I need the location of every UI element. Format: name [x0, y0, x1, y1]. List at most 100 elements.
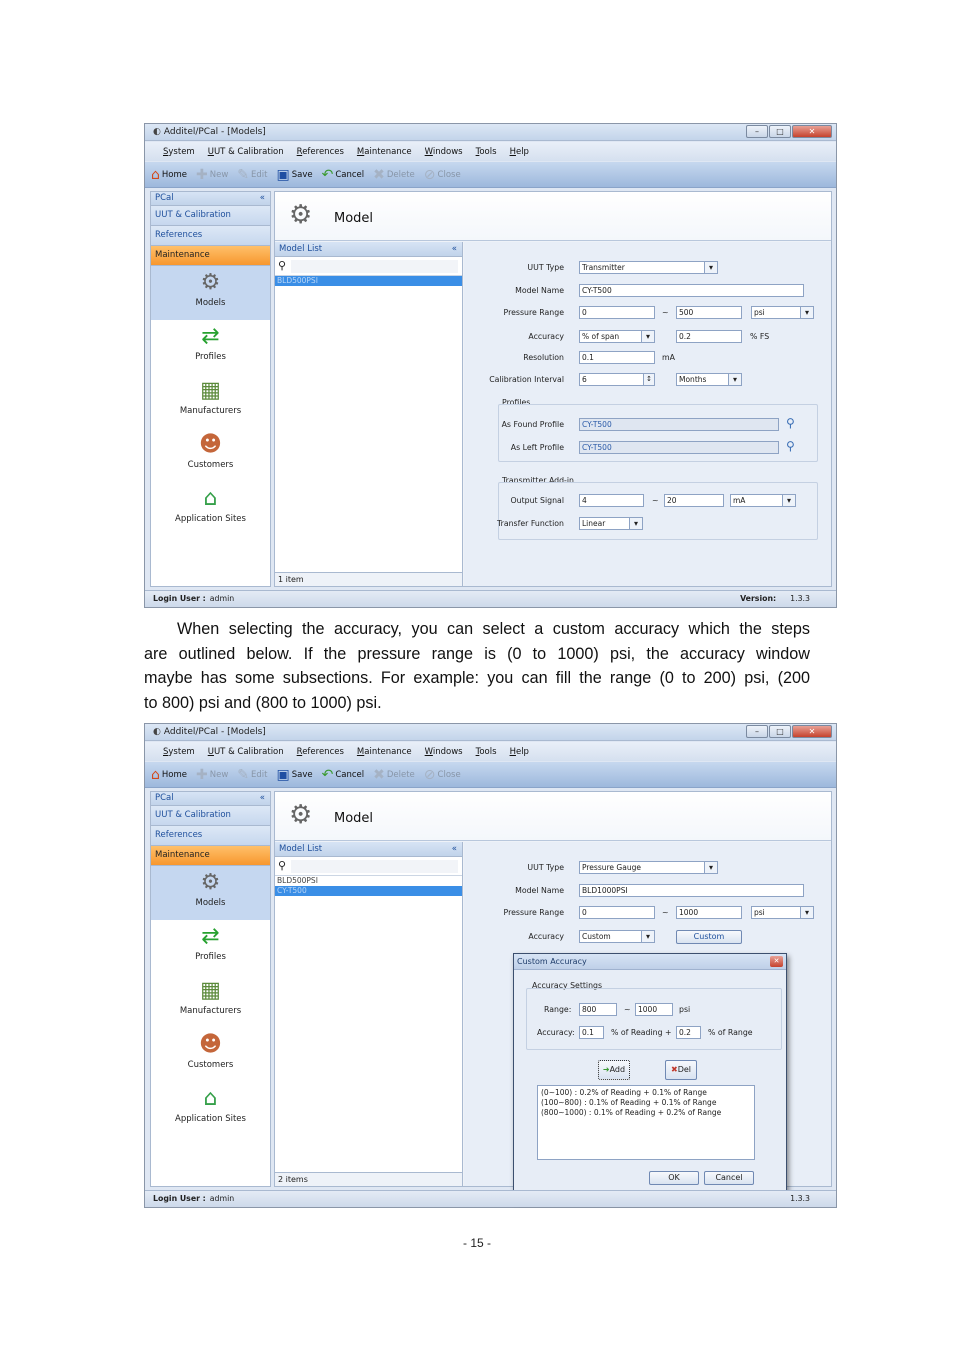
sidebar-section-uut[interactable]: UUT & Calibration: [151, 206, 270, 226]
login-user: Login User : admin: [153, 1194, 235, 1203]
sidebar-item-models[interactable]: ⚙ Models: [151, 866, 270, 920]
menu-help[interactable]: Help: [510, 747, 529, 757]
range-high-input[interactable]: 1000: [676, 906, 742, 919]
accuracy-type-select[interactable]: % of span: [579, 330, 655, 343]
sidebar-item-application-sites[interactable]: ⌂ Application Sites: [151, 1082, 270, 1136]
sidebar-item-profiles[interactable]: ⇄ Profiles: [151, 920, 270, 974]
sidebar-section-maintenance[interactable]: Maintenance: [151, 246, 270, 266]
minimize-icon[interactable]: –: [746, 725, 768, 738]
collapse-icon[interactable]: «: [260, 192, 265, 205]
sidebar-item-profiles[interactable]: ⇄ Profiles: [151, 320, 270, 374]
delete-button[interactable]: ✖ Delete: [373, 768, 415, 782]
output-unit-select[interactable]: mA: [730, 494, 796, 507]
interval-unit-select[interactable]: Months: [676, 373, 742, 386]
menu-system[interactable]: System: [163, 147, 195, 157]
collapse-icon[interactable]: «: [452, 242, 457, 257]
range-unit-select[interactable]: psi: [751, 906, 814, 919]
cancel-button[interactable]: ↶ Cancel: [322, 768, 365, 782]
accuracy-list[interactable]: (0~100) : 0.2% of Reading + 0.1% of Rang…: [537, 1085, 755, 1160]
search-input[interactable]: [291, 260, 458, 273]
menu-references[interactable]: References: [297, 147, 344, 157]
menu-system[interactable]: System: [163, 747, 195, 757]
transfer-function-select[interactable]: Linear: [579, 517, 643, 530]
sidebar-item-manufacturers[interactable]: ▦ Manufacturers: [151, 374, 270, 428]
swap-arrows-icon: ⇄: [201, 324, 220, 349]
output-low-input[interactable]: 4: [579, 494, 644, 507]
menu-uut-calibration[interactable]: UUT & Calibration: [208, 147, 284, 157]
list-item[interactable]: BLD500PSI: [275, 876, 462, 886]
menu-references[interactable]: References: [297, 747, 344, 757]
close-button[interactable]: ⊘ Close: [424, 768, 461, 782]
delete-row-button[interactable]: ✖Del: [665, 1060, 697, 1080]
add-button[interactable]: ➜Add: [598, 1060, 630, 1080]
minimize-icon[interactable]: –: [746, 125, 768, 138]
uut-type-select[interactable]: Pressure Gauge: [579, 861, 718, 874]
maximize-icon[interactable]: □: [769, 725, 791, 738]
menu-tools[interactable]: Tools: [476, 747, 497, 757]
edit-button[interactable]: ✎ Edit: [237, 768, 267, 782]
sidebar-section-references[interactable]: References: [151, 226, 270, 246]
lookup-icon[interactable]: ⚲: [786, 416, 795, 430]
output-high-input[interactable]: 20: [664, 494, 724, 507]
lookup-icon[interactable]: ⚲: [786, 439, 795, 453]
close-button[interactable]: ⊘ Close: [424, 168, 461, 182]
accuracy-value-input[interactable]: 0.2: [676, 330, 742, 343]
search-input[interactable]: [291, 860, 458, 873]
collapse-icon[interactable]: «: [260, 792, 265, 805]
list-item[interactable]: (800~1000) : 0.1% of Reading + 0.2% of R…: [541, 1108, 751, 1118]
model-name-input[interactable]: BLD1000PSI: [579, 884, 804, 897]
home-button[interactable]: ⌂ Home: [151, 768, 187, 782]
model-name-input[interactable]: CY-T500: [579, 284, 804, 297]
list-item[interactable]: (0~100) : 0.2% of Reading + 0.1% of Rang…: [541, 1088, 751, 1098]
sidebar-section-maintenance[interactable]: Maintenance: [151, 846, 270, 866]
calibration-interval-stepper[interactable]: 6: [579, 373, 655, 386]
menu-windows[interactable]: Windows: [425, 147, 463, 157]
dialog-range-low-input[interactable]: 800: [579, 1003, 617, 1016]
cancel-button[interactable]: ↶ Cancel: [322, 168, 365, 182]
sidebar-item-customers[interactable]: ☻ Customers: [151, 1028, 270, 1082]
sidebar-section-uut[interactable]: UUT & Calibration: [151, 806, 270, 826]
search-icon: ⚲: [278, 859, 287, 872]
new-button[interactable]: ✚ New: [196, 768, 228, 782]
range-low-input[interactable]: 0: [579, 306, 655, 319]
collapse-icon[interactable]: «: [452, 842, 457, 857]
menu-windows[interactable]: Windows: [425, 747, 463, 757]
sidebar-item-manufacturers[interactable]: ▦ Manufacturers: [151, 974, 270, 1028]
list-item[interactable]: BLD500PSI: [275, 276, 462, 286]
range-low-input[interactable]: 0: [579, 906, 655, 919]
edit-button[interactable]: ✎ Edit: [237, 168, 267, 182]
menu-tools[interactable]: Tools: [476, 147, 497, 157]
ok-button[interactable]: OK: [649, 1171, 699, 1185]
uut-type-select[interactable]: Transmitter: [579, 261, 718, 274]
close-window-icon[interactable]: ✕: [792, 125, 832, 138]
list-item[interactable]: CY-T500: [275, 886, 462, 896]
custom-accuracy-button[interactable]: Custom: [676, 930, 742, 944]
as-left-input[interactable]: CY-T500: [579, 441, 779, 454]
reading-percent-input[interactable]: 0.1: [579, 1026, 604, 1039]
sidebar-section-references[interactable]: References: [151, 826, 270, 846]
new-button[interactable]: ✚ New: [196, 168, 228, 182]
delete-button[interactable]: ✖ Delete: [373, 168, 415, 182]
maximize-icon[interactable]: □: [769, 125, 791, 138]
home-button[interactable]: ⌂ Home: [151, 168, 187, 182]
sidebar-item-models[interactable]: ⚙ Models: [151, 266, 270, 320]
cancel-dialog-button[interactable]: Cancel: [704, 1171, 754, 1185]
as-found-input[interactable]: CY-T500: [579, 418, 779, 431]
sidebar-item-customers[interactable]: ☻ Customers: [151, 428, 270, 482]
resolution-input[interactable]: 0.1: [579, 351, 655, 364]
menu-uut-calibration[interactable]: UUT & Calibration: [208, 747, 284, 757]
menu-help[interactable]: Help: [510, 147, 529, 157]
save-button[interactable]: ▣ Save: [276, 768, 312, 782]
sidebar-item-application-sites[interactable]: ⌂ Application Sites: [151, 482, 270, 536]
close-icon[interactable]: ✕: [770, 956, 783, 967]
range-unit-select[interactable]: psi: [751, 306, 814, 319]
save-button[interactable]: ▣ Save: [276, 168, 312, 182]
range-percent-input[interactable]: 0.2: [676, 1026, 701, 1039]
menu-maintenance[interactable]: Maintenance: [357, 747, 412, 757]
dialog-range-high-input[interactable]: 1000: [635, 1003, 673, 1016]
range-high-input[interactable]: 500: [676, 306, 742, 319]
list-item[interactable]: (100~800) : 0.1% of Reading + 0.1% of Ra…: [541, 1098, 751, 1108]
close-window-icon[interactable]: ✕: [792, 725, 832, 738]
accuracy-type-select[interactable]: Custom: [579, 930, 655, 943]
menu-maintenance[interactable]: Maintenance: [357, 147, 412, 157]
